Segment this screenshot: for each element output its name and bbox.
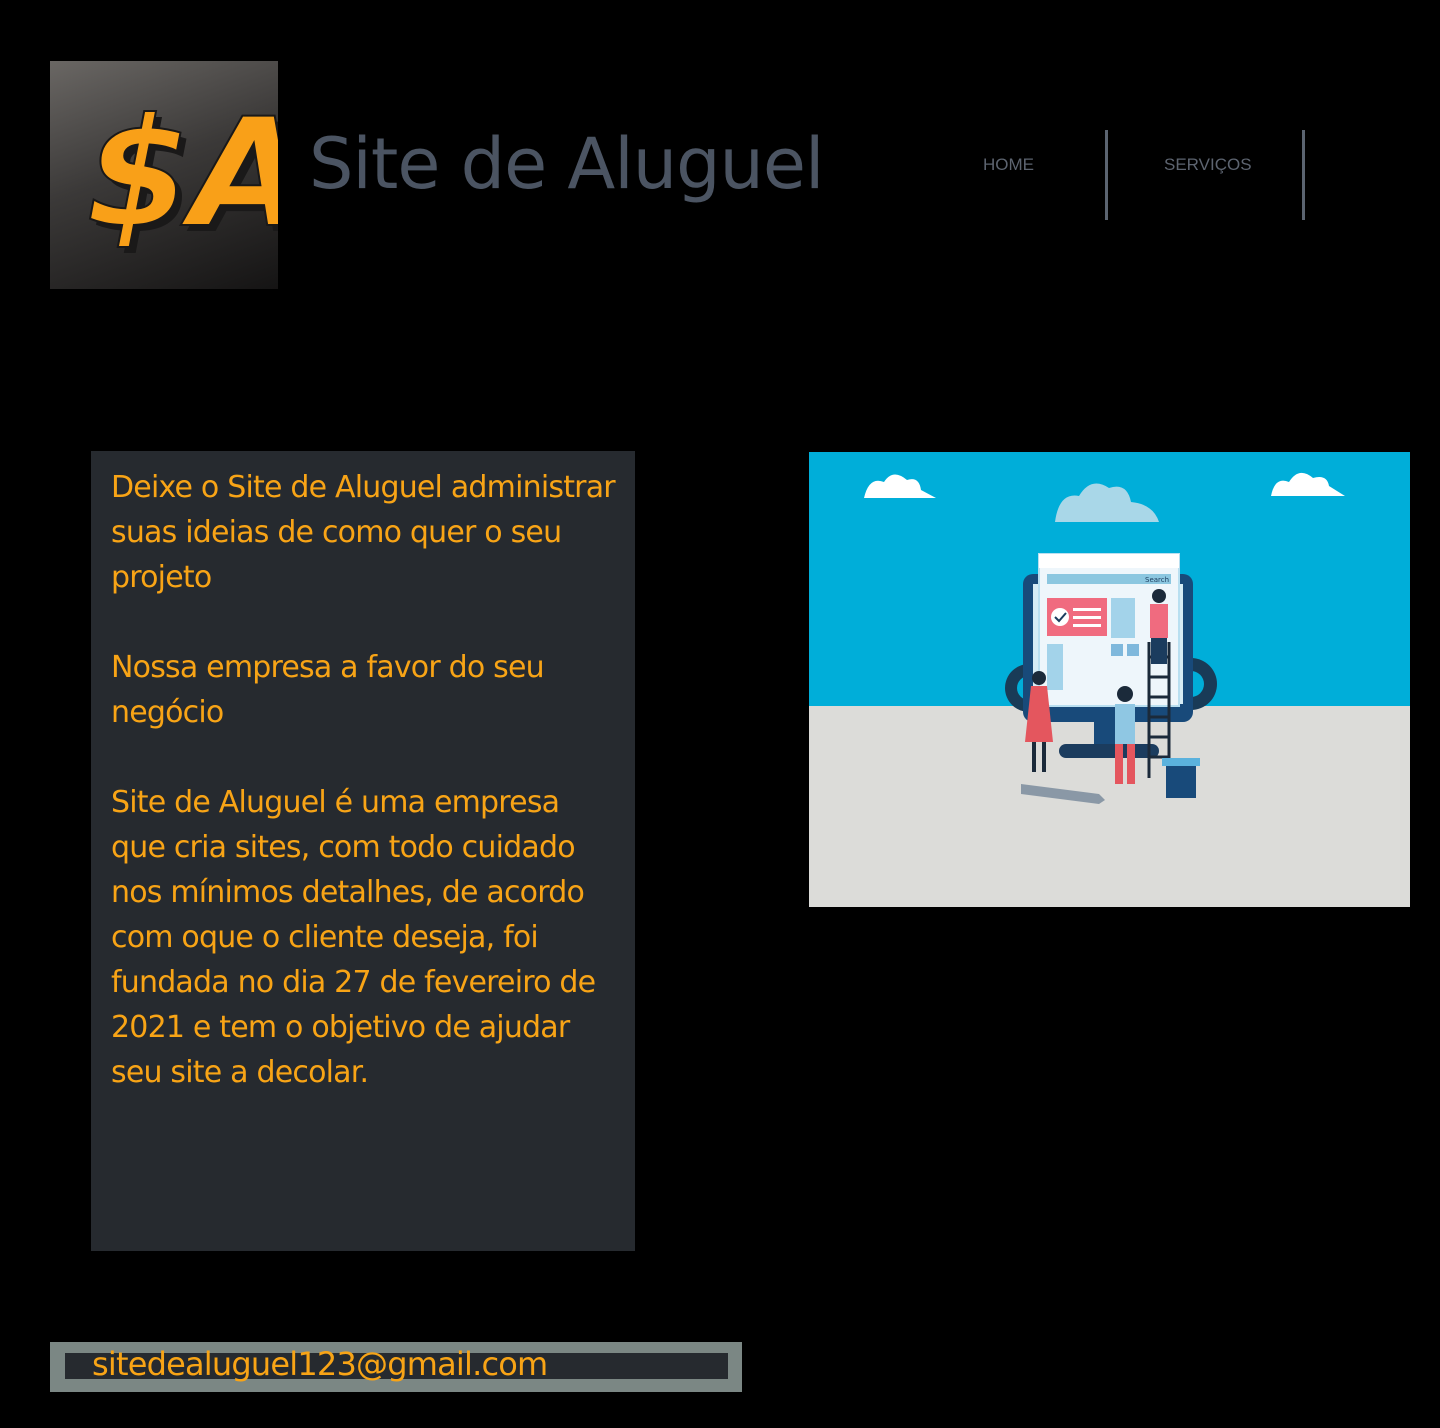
check-icon bbox=[1051, 608, 1069, 626]
search-label: Search bbox=[1145, 576, 1169, 584]
about-panel: Deixe o Site de Aluguel administrar suas… bbox=[91, 451, 635, 1251]
logo-text: $A bbox=[86, 87, 278, 261]
monitor-stand bbox=[1059, 744, 1159, 758]
site-logo[interactable]: $A $A bbox=[50, 61, 278, 289]
logo-graphic: $A $A bbox=[85, 86, 278, 267]
about-intro-text: Deixe o Site de Aluguel administrar suas… bbox=[111, 470, 616, 595]
nav-divider bbox=[1105, 130, 1108, 220]
box-icon bbox=[1166, 764, 1196, 798]
contact-box: sitedealuguel123@gmail.com bbox=[50, 1342, 742, 1392]
contact-email-link[interactable]: sitedealuguel123@gmail.com bbox=[92, 1342, 548, 1386]
illustration-graphic: Search bbox=[809, 452, 1410, 907]
site-title: Site de Aluguel bbox=[309, 123, 824, 205]
about-tagline-text: Nossa empresa a favor do seu negócio bbox=[111, 650, 545, 730]
nav-servicos-link[interactable]: SERVIÇOS bbox=[1164, 153, 1252, 177]
nav-home-link[interactable]: HOME bbox=[983, 153, 1034, 177]
website-building-illustration: Search bbox=[809, 452, 1410, 907]
about-description-text: Site de Aluguel é uma empresa que cria s… bbox=[111, 785, 596, 1090]
nav-divider bbox=[1302, 130, 1305, 220]
